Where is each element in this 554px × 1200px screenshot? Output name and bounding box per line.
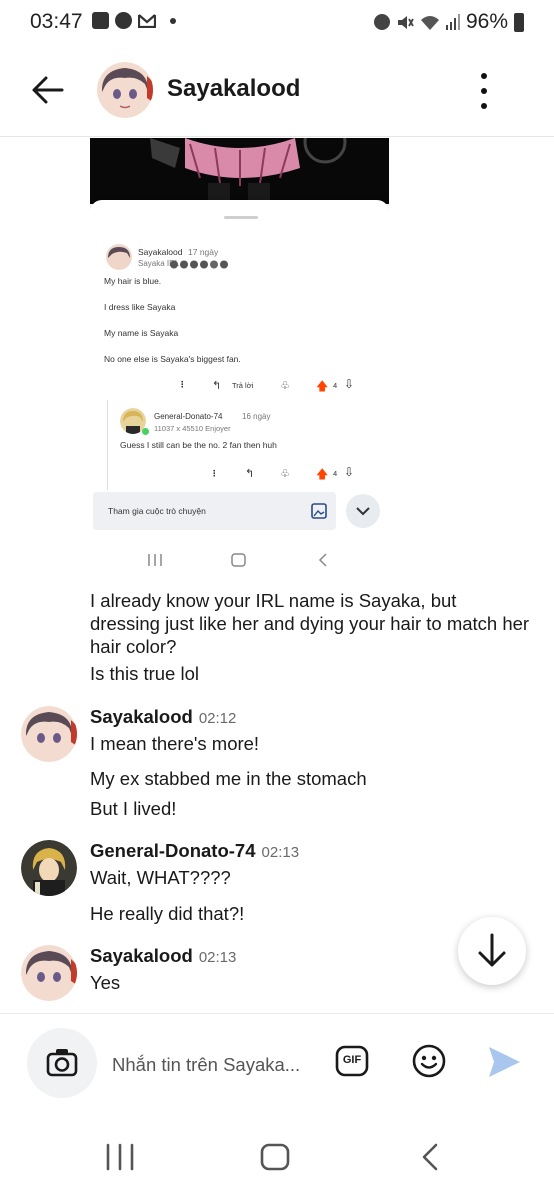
avatar[interactable]: [97, 62, 153, 118]
camera-icon: [46, 1049, 78, 1077]
message-author[interactable]: Sayakalood 02:12: [90, 706, 236, 728]
message-composer: Nhắn tin trên Sayaka... GIF: [0, 1013, 554, 1114]
reply-icon: ↰: [212, 380, 222, 392]
home-icon: [231, 553, 246, 567]
online-indicator: [142, 428, 149, 435]
mute-icon: [397, 15, 414, 29]
post-age: 17 ngày: [188, 247, 219, 257]
message-text: I already know your IRL name is Sayaka, …: [90, 590, 530, 657]
gmail-icon: [138, 14, 156, 28]
post-line: My hair is blue.: [104, 276, 162, 286]
sheet-handle: [224, 216, 258, 219]
image-icon: [311, 503, 327, 519]
reply-author: General-Donato-74: [154, 412, 223, 421]
back-icon[interactable]: [420, 1143, 440, 1171]
wifi-icon: [420, 16, 439, 30]
message-author[interactable]: Sayakalood 02:13: [90, 945, 236, 967]
recents-icon[interactable]: [105, 1143, 135, 1171]
join-conversation-input: Tham gia cuộc trò chuyện: [93, 492, 336, 530]
signal-icon: [445, 14, 460, 30]
message-text: But I lived!: [90, 798, 177, 819]
kebab-icon[interactable]: [472, 73, 496, 109]
flair-emoji-icon: [170, 260, 228, 269]
gif-icon[interactable]: GIF: [335, 1045, 369, 1077]
avatar[interactable]: [21, 840, 77, 896]
message-author[interactable]: General-Donato-74 02:13: [90, 840, 299, 862]
back-icon: [318, 553, 327, 567]
join-placeholder: Tham gia cuộc trò chuyện: [108, 506, 206, 516]
reply-votes: 4: [333, 469, 338, 478]
post-votes: 4: [333, 381, 338, 390]
chat-header: Sayakalood: [0, 44, 554, 137]
message-text: Is this true lol: [90, 663, 199, 684]
post-more-icon: ⋮: [178, 379, 187, 389]
avatar: [106, 244, 132, 270]
mini-nav-bar: [90, 545, 389, 575]
shared-image[interactable]: Sayakalood 17 ngày Sayaka IRL My hair is…: [90, 138, 389, 575]
thread-line: [107, 400, 108, 490]
post-line: My name is Sayaka: [104, 328, 179, 338]
reply-age: 16 ngày: [242, 412, 271, 421]
message-text: Wait, WHAT????: [90, 867, 231, 888]
upvote-icon: 🡅: [316, 467, 329, 481]
recents-icon: [148, 554, 162, 566]
avatar[interactable]: [21, 945, 77, 1001]
downvote-icon: ⇩: [344, 465, 355, 479]
author-name[interactable]: Sayakalood: [90, 706, 193, 727]
message-time: 02:13: [198, 949, 237, 966]
gallery-icon: [92, 12, 109, 29]
author-name[interactable]: General-Donato-74: [90, 840, 256, 861]
message-text: I mean there's more!: [90, 733, 260, 754]
scroll-to-bottom-button[interactable]: [458, 917, 526, 985]
shared-image-art: [90, 138, 389, 204]
soccer-icon: [115, 12, 132, 29]
arrow-left-icon[interactable]: [28, 70, 68, 110]
author-name[interactable]: Sayakalood: [90, 945, 193, 966]
send-icon[interactable]: [486, 1044, 522, 1080]
status-time: 03:47: [30, 10, 83, 33]
alarm-icon: [373, 14, 390, 30]
downvote-icon: ⇩: [344, 377, 355, 391]
award-icon: ♧: [280, 468, 290, 480]
reply-text: Guess I still can be the no. 2 fan then …: [120, 440, 277, 450]
camera-button[interactable]: [27, 1028, 97, 1098]
status-bar: 03:47 96%: [0, 0, 554, 44]
reply-more-icon: ⋮: [210, 468, 219, 478]
message-input[interactable]: Nhắn tin trên Sayaka...: [112, 1054, 300, 1076]
reply-flair: 11037 x 45510 Enjoyer: [154, 424, 231, 433]
reply-icon: ↰: [245, 468, 255, 480]
battery-icon: [514, 12, 524, 32]
upvote-icon: 🡅: [316, 379, 329, 393]
arrow-down-icon: [478, 933, 506, 967]
system-nav-bar: [0, 1113, 554, 1200]
message-text: My ex stabbed me in the stomach: [90, 768, 367, 789]
post-author: Sayakalood: [138, 247, 183, 257]
avatar[interactable]: [21, 706, 77, 762]
message-time: 02:12: [198, 710, 237, 727]
reply-label: Trả lời: [232, 381, 254, 390]
dot-icon: [170, 17, 176, 24]
award-icon: ♧: [280, 380, 290, 392]
post-line: No one else is Sayaka's biggest fan.: [104, 354, 241, 364]
battery-percent: 96%: [465, 10, 508, 33]
message-time: 02:13: [261, 844, 300, 861]
chat-title[interactable]: Sayakalood: [167, 75, 300, 103]
comment-sheet: Sayakalood 17 ngày Sayaka IRL My hair is…: [90, 200, 389, 545]
post-line: I dress like Sayaka: [104, 302, 176, 312]
chevron-down-icon: [346, 494, 380, 528]
home-icon[interactable]: [260, 1143, 290, 1171]
emoji-icon[interactable]: [411, 1043, 447, 1079]
gif-label: GIF: [342, 1054, 362, 1066]
